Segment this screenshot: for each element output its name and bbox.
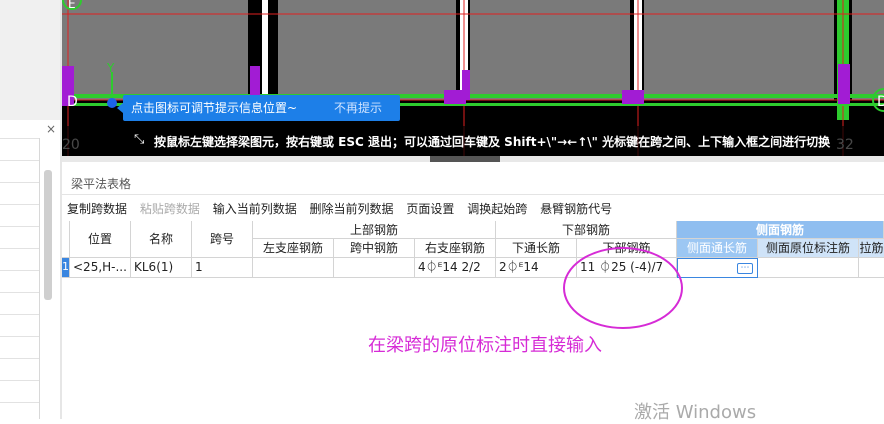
header-name: 名称 <box>131 221 192 258</box>
beam-area-5 <box>852 0 884 100</box>
input-column-button[interactable]: 输入当前列数据 <box>213 200 297 217</box>
cell-side-in-situ[interactable] <box>758 258 859 278</box>
cell-name[interactable]: KL6(1) <box>131 258 192 278</box>
cell-left-support[interactable] <box>253 258 334 278</box>
header-right-support: 右支座钢筋 <box>415 239 496 258</box>
hint-text: 点击图标可调节提示信息位置~ <box>131 101 298 115</box>
beam-area-2 <box>278 0 456 100</box>
cantilever-code-button[interactable]: 悬臂钢筋代号 <box>540 200 612 217</box>
beam-area-3 <box>470 0 630 100</box>
header-left-support: 左支座钢筋 <box>253 239 334 258</box>
header-side-rebar: 侧面钢筋 <box>677 221 884 239</box>
hint-tooltip: 点击图标可调节提示信息位置~ 不再提示 <box>117 95 400 121</box>
cell-tie[interactable] <box>859 258 884 278</box>
swap-start-span-button[interactable]: 调换起始跨 <box>467 200 527 217</box>
header-top-rebar: 上部钢筋 <box>253 221 496 239</box>
windows-watermark: 激活 Windows <box>634 402 757 423</box>
left-panel-scrollbar[interactable] <box>44 170 52 300</box>
cell-right-support[interactable]: 4⏀ᴱ14 2/2 <box>415 258 496 278</box>
divider <box>62 194 884 195</box>
move-cursor-icon: ⤡ <box>134 132 145 147</box>
axis-label-d-right: D <box>877 94 884 110</box>
tooltip-arrow <box>117 103 123 113</box>
paste-span-button[interactable]: 粘贴跨数据 <box>140 200 200 217</box>
beam-area-4 <box>644 0 834 100</box>
cell-mid-span[interactable] <box>334 258 415 278</box>
left-panel-header <box>0 0 62 120</box>
beam-table-panel: 梁平法表格 复制跨数据 粘贴跨数据 输入当前列数据 删除当前列数据 页面设置 调… <box>62 162 884 423</box>
header-tie: 拉筋 <box>859 239 884 258</box>
cell-side-through[interactable]: ⋯ <box>677 258 758 278</box>
header-side-through: 侧面通长筋 <box>677 239 758 258</box>
annotation-text: 在梁跨的原位标注时直接输入 <box>368 335 602 356</box>
y-axis-label: Y <box>106 61 115 75</box>
row-header-corner <box>62 221 70 258</box>
panel-title: 梁平法表格 <box>71 177 132 191</box>
highlight-ellipse <box>563 247 683 329</box>
row-marker[interactable]: 1 <box>62 258 70 278</box>
left-panel: × <box>0 0 62 419</box>
copy-span-button[interactable]: 复制跨数据 <box>67 200 127 217</box>
dismiss-hint-link[interactable]: 不再提示 <box>334 95 382 121</box>
header-bottom-rebar: 下部钢筋 <box>496 221 677 239</box>
status-instruction: 按鼠标左键选择梁图元，按右键或 ESC 退出；可以通过回车键及 Shift+\"… <box>154 135 831 149</box>
status-bar: ⤡ 按鼠标左键选择梁图元，按右键或 ESC 退出；可以通过回车键及 Shift+… <box>62 126 884 156</box>
delete-column-button[interactable]: 删除当前列数据 <box>310 200 394 217</box>
header-span: 跨号 <box>192 221 253 258</box>
cell-span[interactable]: 1 <box>192 258 253 278</box>
header-mid-span: 跨中钢筋 <box>334 239 415 258</box>
header-side-in-situ: 侧面原位标注筋 <box>758 239 859 258</box>
more-options-icon[interactable]: ⋯ <box>737 263 753 274</box>
axis-label-d-left: D <box>67 94 78 110</box>
axis-label-e: E <box>68 0 76 11</box>
left-panel-list <box>0 138 40 419</box>
table-toolbar: 复制跨数据 粘贴跨数据 输入当前列数据 删除当前列数据 页面设置 调换起始跨 悬… <box>67 200 621 220</box>
close-icon[interactable]: × <box>44 122 58 136</box>
header-position: 位置 <box>70 221 131 258</box>
beam-table: 1 位置 名称 跨号 上部钢筋 左支座钢筋 跨中钢筋 右支座钢筋 下部钢筋 下通… <box>62 221 884 278</box>
hint-position-icon[interactable] <box>107 98 117 108</box>
page-setup-button[interactable]: 页面设置 <box>406 200 454 217</box>
cell-position[interactable]: <25,H-... <box>70 258 131 278</box>
beam-area-1 <box>62 0 248 100</box>
